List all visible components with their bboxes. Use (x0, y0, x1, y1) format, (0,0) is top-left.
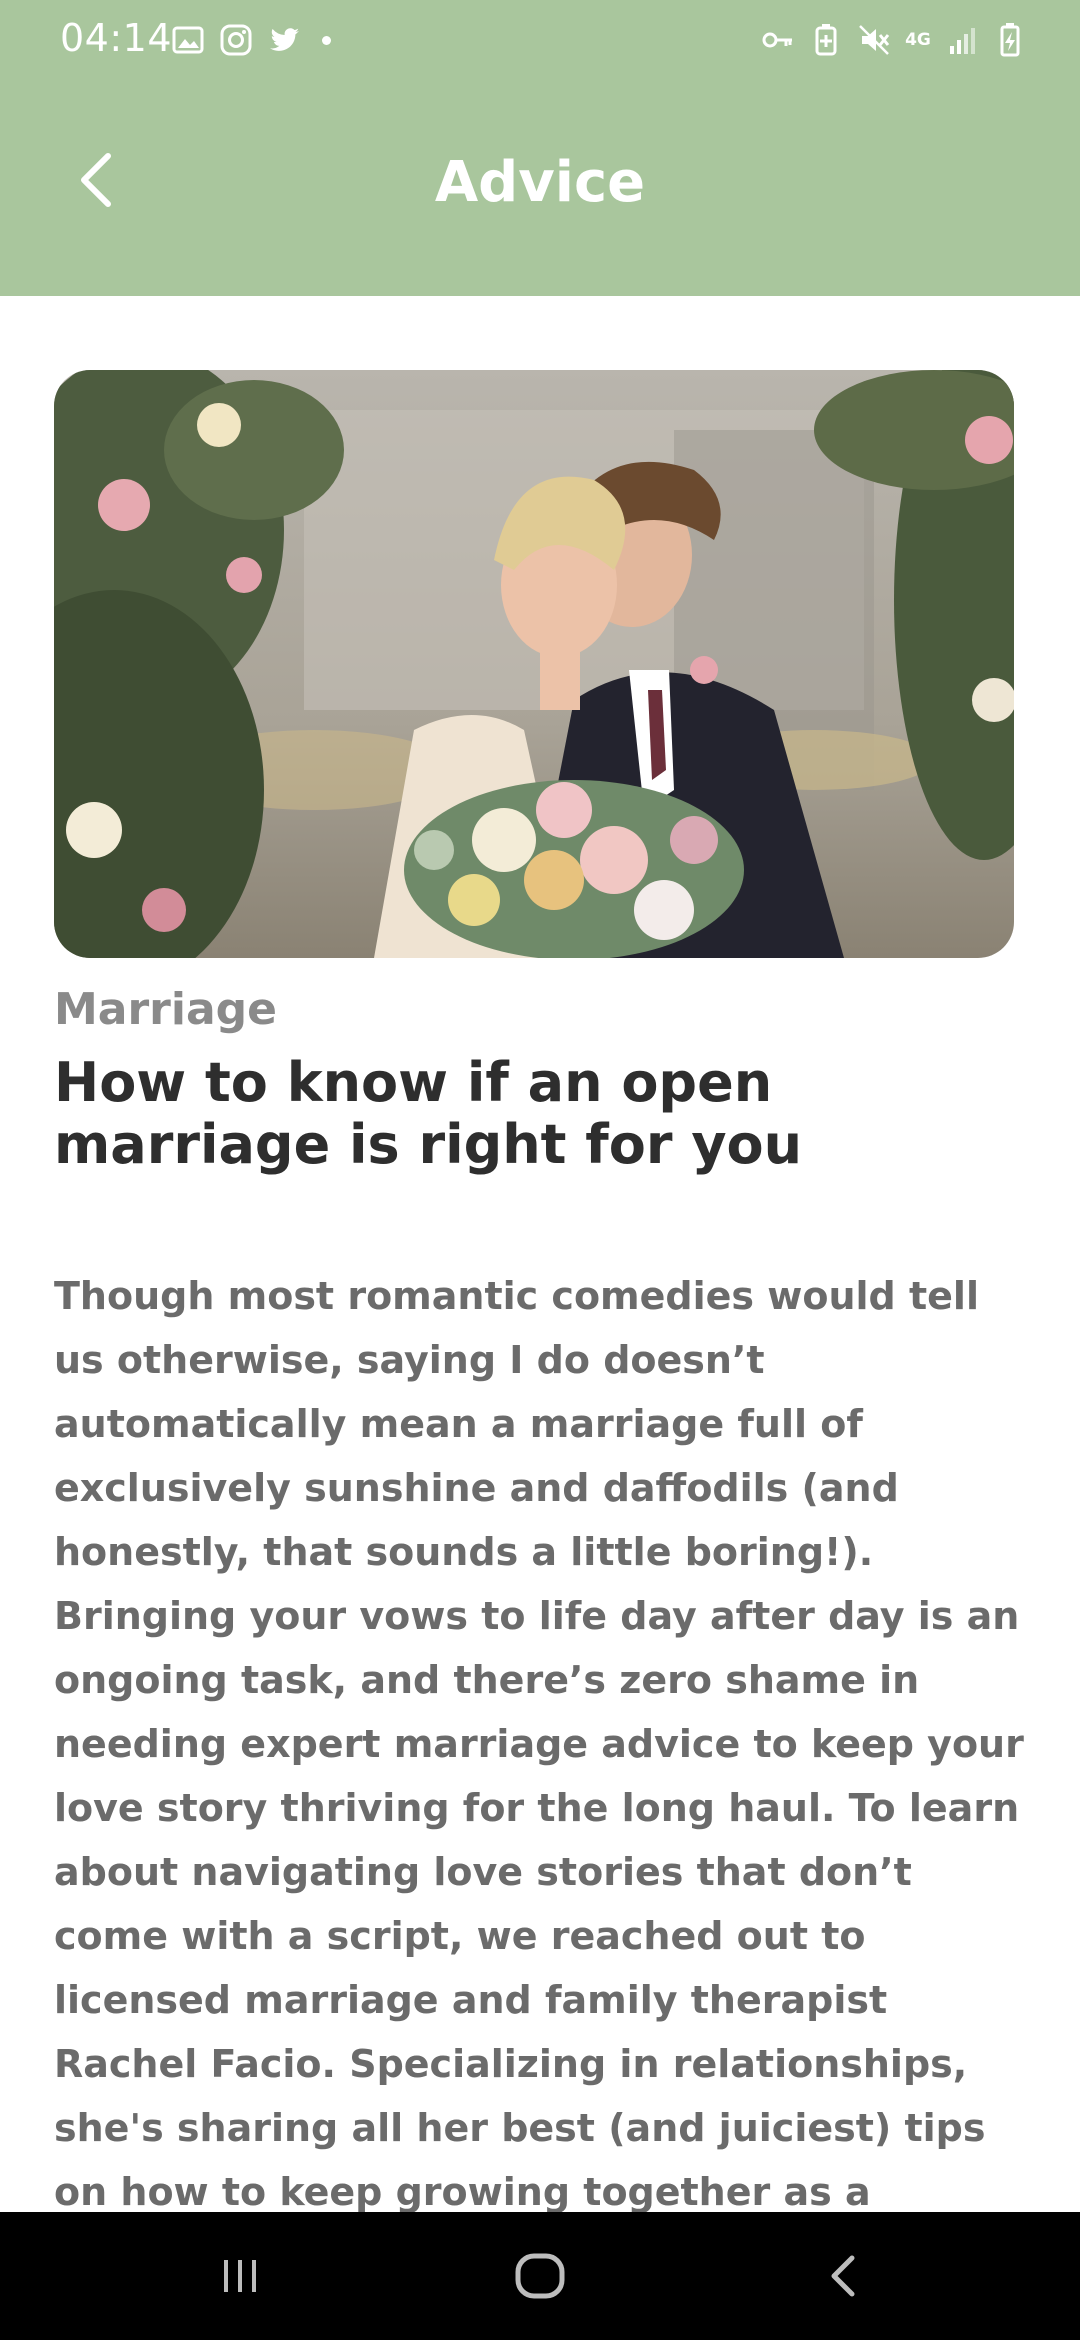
status-left-icons (170, 22, 331, 58)
instagram-icon (218, 22, 254, 58)
status-bar: 04:14 4G (0, 0, 1080, 84)
status-right-icons: 4G (760, 22, 1028, 58)
gallery-icon (170, 22, 206, 58)
notification-dot (322, 35, 331, 45)
vpn-key-icon (760, 22, 796, 58)
wedding-photo-image (54, 370, 1014, 958)
home-button[interactable] (500, 2242, 580, 2310)
back-icon (831, 2255, 855, 2297)
article-category: Marriage (54, 984, 277, 1035)
battery-saver-icon (808, 22, 844, 58)
page-title: Advice (434, 150, 646, 215)
signal-icon (944, 22, 980, 58)
back-nav-button[interactable] (804, 2242, 884, 2310)
battery-icon (992, 22, 1028, 58)
mute-icon (856, 22, 892, 58)
article-body: Though most romantic comedies would tell… (54, 1274, 1024, 2278)
recents-icon (224, 2260, 256, 2292)
system-nav-bar (0, 2212, 1080, 2340)
twitter-icon (266, 22, 302, 58)
article-title: How to know if an open marriage is right… (54, 1051, 803, 1176)
screen: 04:14 4G Advice Marriage How to know if … (0, 0, 1080, 2340)
network-type: 4G (905, 30, 931, 50)
status-time: 04:14 (60, 16, 173, 60)
app-bar: Advice (0, 84, 1080, 296)
home-icon (515, 2253, 565, 2299)
recents-button[interactable] (200, 2242, 280, 2310)
article-image (54, 370, 1014, 958)
